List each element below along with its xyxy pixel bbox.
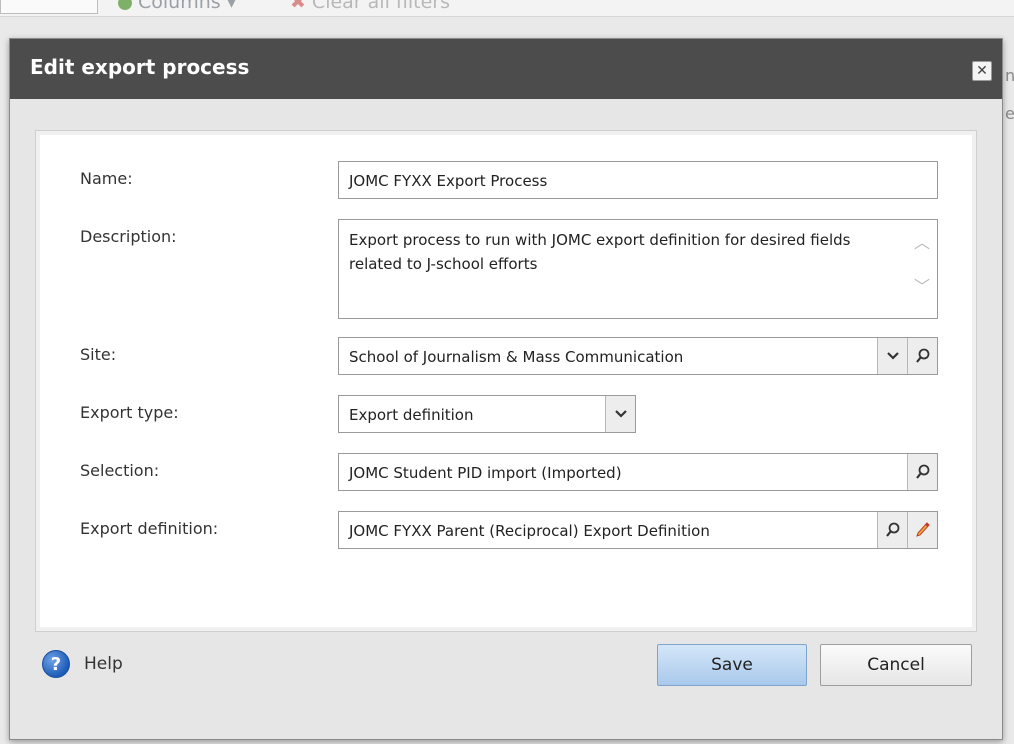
selection-label: Selection: bbox=[80, 461, 160, 480]
background-toolbar: Columns ▾ ✖ Clear all filters bbox=[0, 0, 1014, 17]
export-definition-search-button[interactable] bbox=[877, 512, 907, 548]
background-text-fragment: e bbox=[1005, 104, 1014, 123]
save-button[interactable]: Save bbox=[657, 644, 807, 686]
description-textarea[interactable]: Export process to run with JOMC export d… bbox=[338, 219, 938, 319]
background-text-fragment: n bbox=[1005, 66, 1014, 85]
scroll-down-icon[interactable]: ﹀ bbox=[913, 278, 931, 296]
help-icon: ? bbox=[42, 650, 70, 678]
edit-export-process-dialog: Edit export process ✕ Name: JOMC FYXX Ex… bbox=[9, 38, 1003, 740]
name-label: Name: bbox=[80, 169, 133, 188]
selection-search-button[interactable] bbox=[907, 454, 937, 490]
help-link[interactable]: ? Help bbox=[42, 650, 123, 678]
name-input[interactable]: JOMC FYXX Export Process bbox=[338, 161, 938, 199]
clear-filters-button[interactable]: ✖ Clear all filters bbox=[290, 0, 450, 13]
description-text: Export process to run with JOMC export d… bbox=[349, 231, 851, 273]
help-label: Help bbox=[84, 654, 123, 674]
dialog-titlebar: Edit export process ✕ bbox=[10, 39, 1002, 99]
close-icon[interactable]: ✕ bbox=[972, 61, 992, 81]
clear-filters-icon: ✖ bbox=[290, 0, 306, 13]
export-type-label: Export type: bbox=[80, 403, 179, 422]
site-select[interactable]: School of Journalism & Mass Communicatio… bbox=[338, 337, 938, 375]
site-search-button[interactable] bbox=[907, 338, 937, 374]
site-dropdown-button[interactable] bbox=[877, 338, 907, 374]
export-definition-edit-button[interactable] bbox=[907, 512, 937, 548]
background-box bbox=[0, 0, 98, 14]
columns-label: Columns bbox=[138, 0, 221, 13]
form-panel: Name: JOMC FYXX Export Process Descripti… bbox=[35, 130, 977, 632]
export-type-dropdown-button[interactable] bbox=[605, 396, 635, 432]
export-definition-value: JOMC FYXX Parent (Reciprocal) Export Def… bbox=[349, 522, 710, 540]
site-label: Site: bbox=[80, 345, 117, 364]
scroll-up-icon[interactable]: ︿ bbox=[913, 234, 931, 252]
clear-filters-label: Clear all filters bbox=[311, 0, 450, 13]
chevron-down-icon bbox=[614, 410, 627, 418]
export-type-select[interactable]: Export definition bbox=[338, 395, 636, 433]
selection-field[interactable]: JOMC Student PID import (Imported) bbox=[338, 453, 938, 491]
dialog-title: Edit export process bbox=[30, 55, 250, 79]
search-icon bbox=[885, 522, 899, 537]
search-icon bbox=[915, 348, 929, 363]
columns-button[interactable]: Columns ▾ bbox=[118, 0, 236, 13]
pencil-icon bbox=[915, 522, 930, 537]
description-label: Description: bbox=[80, 227, 177, 246]
export-definition-field[interactable]: JOMC FYXX Parent (Reciprocal) Export Def… bbox=[338, 511, 938, 549]
search-icon bbox=[915, 464, 929, 479]
chevron-down-icon bbox=[886, 352, 899, 360]
columns-icon bbox=[118, 0, 132, 10]
selection-value: JOMC Student PID import (Imported) bbox=[349, 464, 622, 482]
cancel-button[interactable]: Cancel bbox=[820, 644, 972, 686]
export-type-value: Export definition bbox=[349, 406, 474, 424]
site-value: School of Journalism & Mass Communicatio… bbox=[349, 348, 684, 366]
export-definition-label: Export definition: bbox=[80, 519, 219, 538]
